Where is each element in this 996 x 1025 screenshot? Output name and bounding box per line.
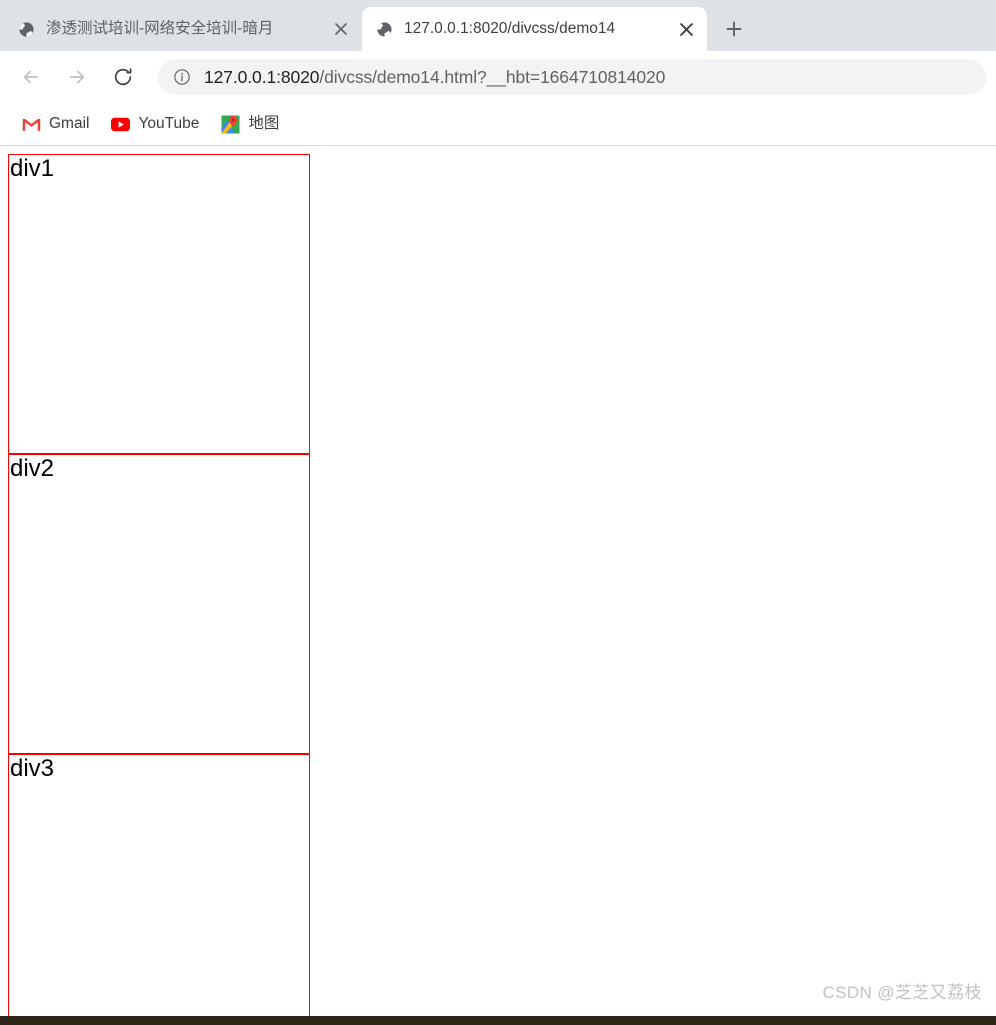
browser-toolbar: 127.0.0.1:8020/divcss/demo14.html?__hbt=… bbox=[0, 51, 996, 103]
block-label: div3 bbox=[10, 755, 55, 782]
globe-icon bbox=[18, 21, 35, 38]
bottom-edge-strip bbox=[0, 1016, 996, 1025]
bookmark-gmail[interactable]: Gmail bbox=[14, 110, 97, 138]
bookmark-label: Gmail bbox=[49, 115, 90, 132]
address-bar[interactable]: 127.0.0.1:8020/divcss/demo14.html?__hbt=… bbox=[158, 59, 986, 95]
block-label: div1 bbox=[10, 155, 55, 182]
tab-penetration-training[interactable]: 渗透测试培训-网络安全培训-暗月 bbox=[4, 7, 362, 51]
tab-demo14[interactable]: 127.0.0.1:8020/divcss/demo14 bbox=[362, 7, 707, 51]
close-icon[interactable] bbox=[675, 18, 697, 40]
close-icon[interactable] bbox=[330, 18, 352, 40]
url-path: /divcss/demo14.html?__hbt=1664710814020 bbox=[319, 67, 666, 87]
tab-title: 127.0.0.1:8020/divcss/demo14 bbox=[404, 20, 616, 37]
tab-strip-empty-area bbox=[751, 7, 996, 51]
content-block-div3: div3 bbox=[8, 754, 310, 1025]
youtube-icon bbox=[111, 115, 131, 134]
bookmarks-bar: Gmail YouTube 地图 bbox=[0, 103, 996, 146]
arrow-right-icon bbox=[69, 70, 85, 84]
bookmark-maps[interactable]: 地图 bbox=[213, 110, 287, 138]
tab-strip: 渗透测试培训-网络安全培训-暗月 127.0.0.1:8020/divcss/d… bbox=[0, 0, 996, 51]
new-tab-button[interactable] bbox=[717, 12, 751, 46]
arrow-left-icon bbox=[23, 70, 39, 84]
content-block-div2: div2 bbox=[8, 454, 310, 754]
bookmark-label: 地图 bbox=[248, 115, 280, 132]
reload-button[interactable] bbox=[106, 60, 140, 94]
tab-title: 渗透测试培训-网络安全培训-暗月 bbox=[46, 20, 274, 37]
content-block-div1: div1 bbox=[8, 154, 310, 454]
forward-button[interactable] bbox=[60, 60, 94, 94]
block-label: div2 bbox=[10, 455, 55, 482]
reload-icon bbox=[114, 68, 132, 86]
address-bar-url: 127.0.0.1:8020/divcss/demo14.html?__hbt=… bbox=[204, 66, 665, 88]
csdn-watermark: CSDN @芝芝又荔枝 bbox=[822, 983, 982, 1002]
bookmark-youtube[interactable]: YouTube bbox=[103, 110, 207, 138]
page-viewport: div1 div2 div3 CSDN @芝芝又荔枝 bbox=[0, 146, 996, 1025]
back-button[interactable] bbox=[14, 60, 48, 94]
page-content: div1 div2 div3 bbox=[0, 146, 996, 1025]
google-maps-icon bbox=[221, 114, 240, 134]
gmail-icon bbox=[22, 115, 41, 134]
plus-icon bbox=[726, 21, 742, 37]
url-host: 127.0.0.1:8020 bbox=[204, 67, 320, 87]
info-circle-icon[interactable] bbox=[172, 67, 192, 87]
globe-icon bbox=[376, 21, 393, 38]
browser-window: 渗透测试培训-网络安全培训-暗月 127.0.0.1:8020/divcss/d… bbox=[0, 0, 996, 1025]
bookmark-label: YouTube bbox=[138, 115, 200, 132]
